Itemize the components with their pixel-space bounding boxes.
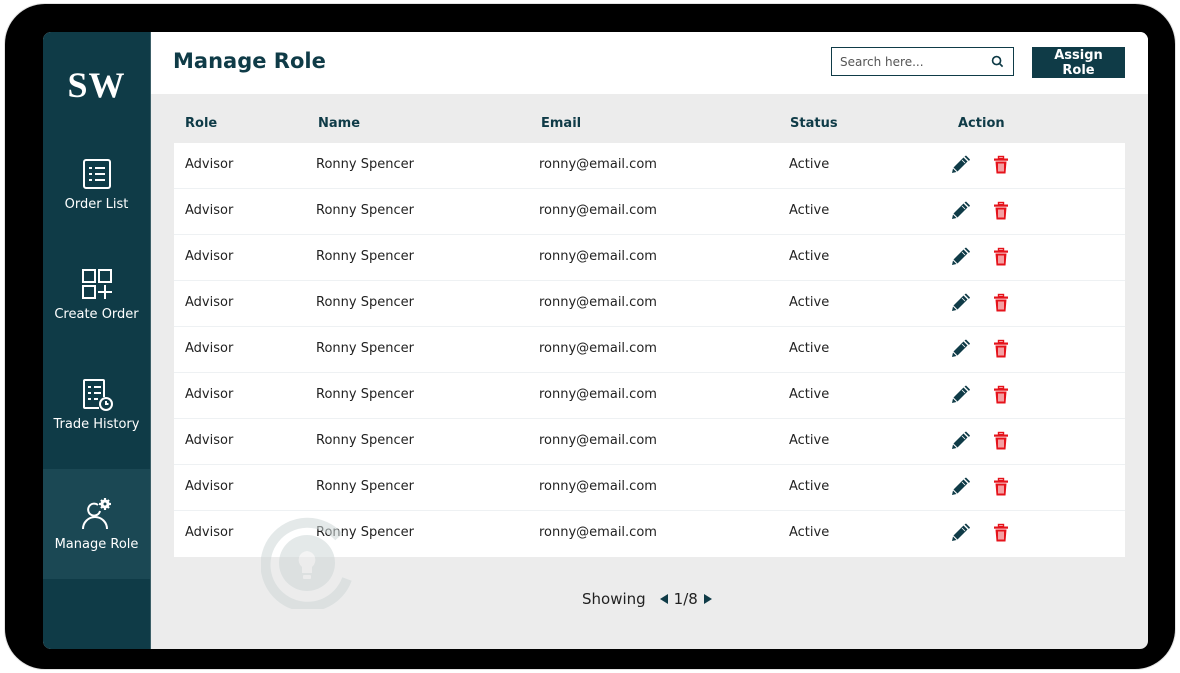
table-row: Advisor Ronny Spencer ronny@email.com Ac…: [174, 327, 1125, 373]
sidebar-item-label: Order List: [64, 196, 129, 212]
cell-email: ronny@email.com: [539, 203, 657, 218]
edit-pencil-icon[interactable]: [950, 385, 970, 405]
cell-role: Advisor: [185, 341, 234, 356]
cell-role: Advisor: [185, 525, 234, 540]
cell-name: Ronny Spencer: [316, 479, 414, 494]
cell-status: Active: [789, 157, 830, 172]
cell-name: Ronny Spencer: [316, 157, 414, 172]
delete-trash-icon[interactable]: [991, 477, 1011, 497]
grid-plus-icon: [81, 268, 112, 299]
pagination: Showing 1/8: [582, 590, 712, 608]
app-screen: SW Order List Create Order Trade History…: [43, 32, 1148, 649]
table-row: Advisor Ronny Spencer ronny@email.com Ac…: [174, 281, 1125, 327]
edit-pencil-icon[interactable]: [950, 201, 970, 221]
column-header-action: Action: [958, 116, 1005, 131]
page-indicator: 1/8: [673, 590, 698, 608]
cell-email: ronny@email.com: [539, 479, 657, 494]
cell-role: Advisor: [185, 249, 234, 264]
cell-email: ronny@email.com: [539, 249, 657, 264]
cell-name: Ronny Spencer: [316, 341, 414, 356]
search-input[interactable]: [832, 53, 992, 70]
roles-table: Advisor Ronny Spencer ronny@email.com Ac…: [174, 143, 1125, 557]
search-icon[interactable]: [991, 55, 1004, 68]
cell-status: Active: [789, 203, 830, 218]
cell-role: Advisor: [185, 295, 234, 310]
previous-page-icon[interactable]: [659, 594, 668, 604]
column-header-status: Status: [790, 116, 838, 131]
cell-email: ronny@email.com: [539, 341, 657, 356]
pagination-label: Showing: [582, 590, 646, 608]
list-icon: [82, 158, 111, 189]
sidebar-item-manage-role[interactable]: Manage Role: [43, 469, 150, 579]
cell-status: Active: [789, 341, 830, 356]
sidebar-item-label: Manage Role: [54, 536, 139, 552]
edit-pencil-icon[interactable]: [950, 155, 970, 175]
table-row: Advisor Ronny Spencer ronny@email.com Ac…: [174, 419, 1125, 465]
cell-email: ronny@email.com: [539, 525, 657, 540]
page-title: Manage Role: [173, 49, 326, 73]
edit-pencil-icon[interactable]: [950, 431, 970, 451]
delete-trash-icon[interactable]: [991, 385, 1011, 405]
table-row: Advisor Ronny Spencer ronny@email.com Ac…: [174, 189, 1125, 235]
cell-name: Ronny Spencer: [316, 249, 414, 264]
cell-status: Active: [789, 387, 830, 402]
cell-role: Advisor: [185, 479, 234, 494]
watermark-logo-icon: [261, 517, 352, 609]
delete-trash-icon[interactable]: [991, 523, 1011, 543]
cell-name: Ronny Spencer: [316, 433, 414, 448]
app-logo: SW: [67, 65, 126, 105]
cell-email: ronny@email.com: [539, 387, 657, 402]
sidebar-item-label: Trade History: [53, 416, 140, 432]
column-header-email: Email: [541, 116, 582, 131]
assign-role-button[interactable]: Assign Role: [1032, 47, 1125, 78]
delete-trash-icon[interactable]: [991, 247, 1011, 267]
next-page-icon[interactable]: [703, 594, 712, 604]
delete-trash-icon[interactable]: [991, 155, 1011, 175]
column-header-name: Name: [318, 116, 361, 131]
list-clock-icon: [82, 378, 113, 411]
delete-trash-icon[interactable]: [991, 339, 1011, 359]
cell-email: ronny@email.com: [539, 157, 657, 172]
table-row: Advisor Ronny Spencer ronny@email.com Ac…: [174, 143, 1125, 189]
cell-name: Ronny Spencer: [316, 295, 414, 310]
cell-role: Advisor: [185, 203, 234, 218]
cell-status: Active: [789, 525, 830, 540]
cell-status: Active: [789, 433, 830, 448]
edit-pencil-icon[interactable]: [950, 523, 970, 543]
delete-trash-icon[interactable]: [991, 431, 1011, 451]
user-gear-icon: [81, 497, 111, 529]
sidebar-item-create-order[interactable]: Create Order: [43, 239, 150, 349]
table-row: Advisor Ronny Spencer ronny@email.com Ac…: [174, 373, 1125, 419]
edit-pencil-icon[interactable]: [950, 339, 970, 359]
cell-role: Advisor: [185, 387, 234, 402]
table-row: Advisor Ronny Spencer ronny@email.com Ac…: [174, 235, 1125, 281]
column-header-role: Role: [185, 116, 218, 131]
cell-role: Advisor: [185, 433, 234, 448]
delete-trash-icon[interactable]: [991, 201, 1011, 221]
cell-email: ronny@email.com: [539, 433, 657, 448]
delete-trash-icon[interactable]: [991, 293, 1011, 313]
search-box[interactable]: [831, 47, 1014, 76]
sidebar: SW Order List Create Order Trade History…: [43, 32, 151, 649]
sidebar-item-label: Create Order: [54, 306, 139, 322]
cell-name: Ronny Spencer: [316, 203, 414, 218]
cell-email: ronny@email.com: [539, 295, 657, 310]
top-bar: Manage Role Assign Role: [151, 32, 1148, 94]
device-frame: SW Order List Create Order Trade History…: [5, 4, 1175, 669]
edit-pencil-icon[interactable]: [950, 247, 970, 267]
sidebar-item-order-list[interactable]: Order List: [43, 129, 150, 239]
sidebar-item-trade-history[interactable]: Trade History: [43, 349, 150, 459]
edit-pencil-icon[interactable]: [950, 477, 970, 497]
cell-role: Advisor: [185, 157, 234, 172]
edit-pencil-icon[interactable]: [950, 293, 970, 313]
table-row: Advisor Ronny Spencer ronny@email.com Ac…: [174, 465, 1125, 511]
cell-status: Active: [789, 479, 830, 494]
cell-name: Ronny Spencer: [316, 387, 414, 402]
table-header: Role Name Email Status Action: [174, 114, 1125, 142]
cell-status: Active: [789, 295, 830, 310]
cell-status: Active: [789, 249, 830, 264]
